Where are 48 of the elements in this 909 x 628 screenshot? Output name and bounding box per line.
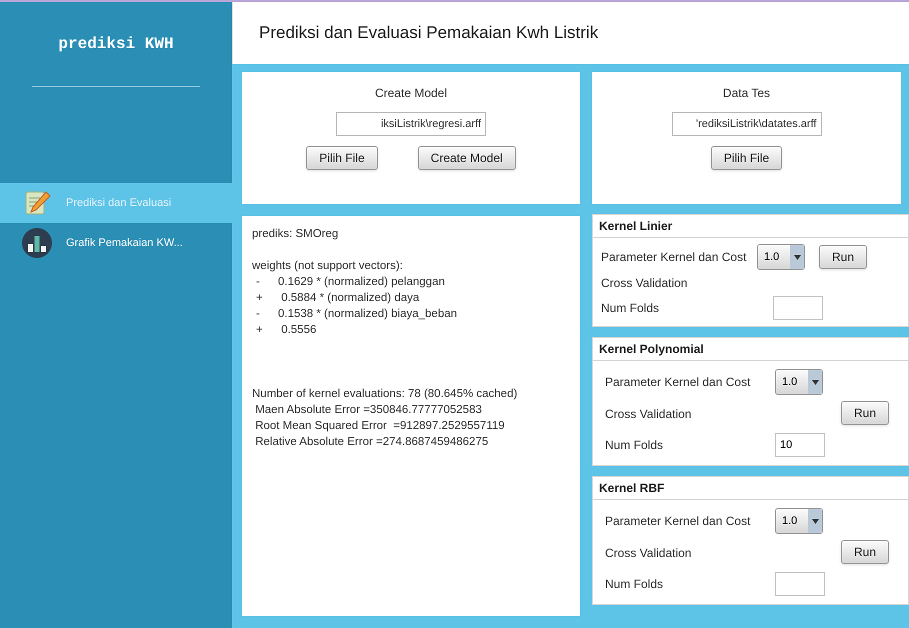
num-folds-label: Num Folds bbox=[601, 300, 660, 317]
panel-title: Data Tes bbox=[722, 85, 770, 102]
parameter-label: Parameter Kernel dan Cost bbox=[605, 513, 752, 530]
output-line: 0.5884 * (normalized) daya bbox=[280, 291, 420, 306]
create-model-button[interactable]: Create Model bbox=[418, 146, 516, 170]
sign-text: - bbox=[255, 275, 261, 290]
output-line: prediks: SMOreg bbox=[252, 227, 340, 242]
panel-title: Create Model bbox=[374, 85, 448, 102]
output-line: 0.1629 * (normalized) pelanggan bbox=[278, 275, 445, 290]
bar-chart-icon bbox=[22, 228, 52, 258]
output-line: Root Mean Squared Error =912897.2529557119 bbox=[254, 419, 506, 434]
app-title: prediksi KWH bbox=[58, 34, 174, 55]
cross-validation-label: Cross Validation bbox=[601, 275, 688, 292]
output-line: Maen Absolute Error =350846.77777052583 bbox=[254, 403, 483, 418]
parameter-label: Parameter Kernel dan Cost bbox=[605, 374, 752, 391]
caret-icon bbox=[812, 518, 818, 524]
output-line: 0.5556 bbox=[280, 323, 316, 338]
choose-file-button[interactable]: Pilih File bbox=[306, 146, 378, 170]
choose-file-button[interactable]: Pilih File bbox=[710, 146, 782, 170]
cost-dropdown[interactable]: 1.0 bbox=[775, 508, 823, 534]
kernel-title: Kernel Polynomial bbox=[593, 338, 908, 361]
output-line: Relative Absolute Error =274.8687459486275 bbox=[254, 435, 490, 450]
run-button[interactable]: Run bbox=[841, 401, 890, 425]
num-folds-field[interactable] bbox=[773, 296, 823, 320]
cost-dropdown[interactable]: 1.0 bbox=[775, 369, 823, 395]
run-button[interactable]: Run bbox=[819, 245, 868, 269]
sign-text: - bbox=[255, 307, 261, 322]
caret-icon bbox=[794, 254, 800, 260]
num-folds-field[interactable] bbox=[775, 572, 825, 596]
sign-text: + bbox=[255, 291, 264, 306]
kernel-title: Kernel Linier bbox=[593, 215, 908, 238]
run-button[interactable]: Run bbox=[841, 540, 890, 564]
file-path-field[interactable]: iksiListrik\regresi.arff bbox=[336, 112, 486, 136]
num-folds-field[interactable]: 10 bbox=[775, 433, 825, 457]
num-folds-label: Num Folds bbox=[605, 576, 664, 593]
file-path-field[interactable]: 'rediksiListrik\datates.arff bbox=[672, 112, 822, 136]
caret-icon bbox=[812, 380, 818, 384]
output-line: Number of kernel evaluations: 78 (80.645% cached) bbox=[252, 387, 518, 402]
output-line: 0.1538 * (normalized) biaya_beban bbox=[278, 307, 458, 322]
cross-validation-label: Cross Validation bbox=[605, 406, 692, 423]
cost-dropdown[interactable]: 1.0 bbox=[757, 244, 805, 270]
page-title: Prediksi dan Evaluasi Pemakaian Kwh Listrik bbox=[259, 22, 598, 44]
cross-validation-label: Cross Validation bbox=[605, 545, 692, 562]
output-line: weights (not support vectors): bbox=[252, 259, 404, 274]
sign-text: + bbox=[255, 323, 264, 338]
parameter-label: Parameter Kernel dan Cost bbox=[601, 249, 748, 266]
kernel-title: Kernel RBF bbox=[593, 477, 908, 500]
num-folds-label: Num Folds bbox=[605, 437, 664, 454]
